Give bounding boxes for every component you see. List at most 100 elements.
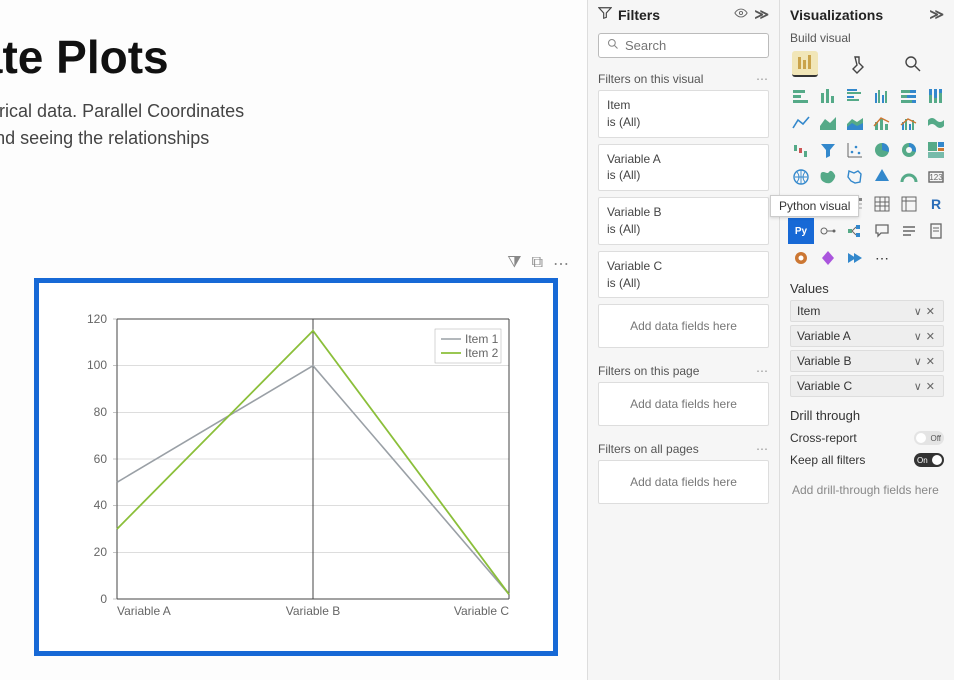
viz-paginated-icon[interactable] bbox=[925, 220, 947, 242]
ytick-2: 40 bbox=[94, 498, 108, 512]
viz-python-icon[interactable]: Py bbox=[790, 220, 812, 242]
python-visual[interactable]: 0 20 40 60 80 100 120 Variable A Variabl… bbox=[34, 278, 558, 656]
filter-icon[interactable]: ⧩ bbox=[507, 254, 521, 274]
viz-scatter-icon[interactable] bbox=[844, 139, 866, 161]
drill-through-label: Drill through bbox=[780, 400, 954, 427]
ytick-5: 100 bbox=[87, 358, 107, 372]
section-page-more-icon[interactable]: ⋯ bbox=[756, 364, 769, 378]
viz-100-stacked-column-icon[interactable] bbox=[925, 85, 947, 107]
viz-smart-narrative-icon[interactable] bbox=[898, 220, 920, 242]
drop-visual-fields[interactable]: Add data fields here bbox=[598, 304, 769, 348]
xtick-1: Variable B bbox=[286, 604, 340, 618]
focus-mode-icon[interactable]: ⧉ bbox=[532, 254, 543, 274]
section-page-label: Filters on this page bbox=[598, 364, 699, 378]
viz-funnel-icon[interactable] bbox=[817, 139, 839, 161]
keep-filters-toggle[interactable]: On bbox=[914, 453, 944, 467]
viz-arcgis-icon[interactable] bbox=[790, 247, 812, 269]
ytick-4: 80 bbox=[94, 405, 108, 419]
eye-icon[interactable] bbox=[734, 6, 748, 23]
filters-title: Filters bbox=[618, 7, 660, 23]
section-visual-label: Filters on this visual bbox=[598, 72, 703, 86]
viz-stacked-column-icon[interactable] bbox=[817, 85, 839, 107]
search-input[interactable] bbox=[625, 38, 801, 53]
section-visual-more-icon[interactable]: ⋯ bbox=[756, 72, 769, 86]
ytick-6: 120 bbox=[87, 312, 107, 326]
viz-kpi-icon[interactable] bbox=[817, 193, 839, 215]
viz-key-influencers-icon[interactable] bbox=[817, 220, 839, 242]
chevron-down-icon: ∨ bbox=[912, 330, 924, 343]
viz-ribbon-icon[interactable] bbox=[925, 112, 947, 134]
section-all-label: Filters on all pages bbox=[598, 442, 699, 456]
viz-azure-map-icon[interactable] bbox=[871, 166, 893, 188]
drill-drop[interactable]: Add drill-through fields here bbox=[788, 475, 950, 505]
filter-card-variable-b[interactable]: Variable B is (All) bbox=[598, 197, 769, 245]
filter-search[interactable] bbox=[598, 33, 769, 58]
remove-icon: ✕ bbox=[924, 305, 937, 318]
viz-slicer-icon[interactable] bbox=[844, 193, 866, 215]
viz-line-icon[interactable] bbox=[790, 112, 812, 134]
legend-item-1: Item 1 bbox=[465, 332, 499, 346]
viz-card-icon[interactable]: 123 bbox=[925, 166, 947, 188]
report-canvas[interactable]: rdinate Plots variate, numerical data. P… bbox=[0, 0, 587, 680]
field-variable-b[interactable]: Variable B∨✕ bbox=[790, 350, 944, 372]
collapse-viz-icon[interactable]: ≫ bbox=[929, 6, 944, 23]
drop-page-fields[interactable]: Add data fields here bbox=[598, 382, 769, 426]
viz-waterfall-icon[interactable] bbox=[790, 139, 812, 161]
viz-clustered-bar-icon[interactable] bbox=[844, 85, 866, 107]
values-label: Values bbox=[780, 273, 954, 300]
filter-card-variable-a[interactable]: Variable A is (All) bbox=[598, 144, 769, 192]
viz-r-icon[interactable]: R bbox=[925, 193, 947, 215]
field-item[interactable]: Item∨✕ bbox=[790, 300, 944, 322]
ytick-3: 60 bbox=[94, 452, 108, 466]
viz-decomposition-icon[interactable] bbox=[844, 220, 866, 242]
viz-shape-map-icon[interactable] bbox=[844, 166, 866, 188]
filter-funnel-icon bbox=[598, 6, 612, 23]
field-variable-a[interactable]: Variable A∨✕ bbox=[790, 325, 944, 347]
filter-card-variable-c[interactable]: Variable C is (All) bbox=[598, 251, 769, 299]
build-visual-label: Build visual bbox=[780, 29, 954, 49]
cross-report-toggle[interactable]: Off bbox=[914, 431, 944, 445]
viz-100-stacked-bar-icon[interactable] bbox=[898, 85, 920, 107]
filter-card-item[interactable]: Item is (All) bbox=[598, 90, 769, 138]
viz-title: Visualizations bbox=[790, 7, 883, 23]
viz-stacked-area-icon[interactable] bbox=[844, 112, 866, 134]
viz-stacked-bar-icon[interactable] bbox=[790, 85, 812, 107]
viz-table-icon[interactable] bbox=[871, 193, 893, 215]
viz-donut-icon[interactable] bbox=[898, 139, 920, 161]
viz-map-icon[interactable] bbox=[790, 166, 812, 188]
xtick-2: Variable C bbox=[454, 604, 509, 618]
viz-multirow-card-icon[interactable] bbox=[790, 193, 812, 215]
build-visual-mode[interactable] bbox=[792, 51, 818, 77]
viz-matrix-icon[interactable] bbox=[898, 193, 920, 215]
viz-line-clustered-column-icon[interactable] bbox=[898, 112, 920, 134]
viz-clustered-column-icon[interactable] bbox=[871, 85, 893, 107]
search-icon bbox=[607, 38, 619, 53]
more-icon[interactable]: ⋯ bbox=[553, 254, 569, 274]
viz-gauge-icon[interactable] bbox=[898, 166, 920, 188]
ytick-0: 0 bbox=[100, 592, 107, 606]
field-variable-c[interactable]: Variable C∨✕ bbox=[790, 375, 944, 397]
chevron-down-icon: ∨ bbox=[912, 380, 924, 393]
svg-text:123: 123 bbox=[929, 173, 943, 182]
viz-qa-icon[interactable] bbox=[871, 220, 893, 242]
viz-more-icon[interactable]: ⋯ bbox=[871, 247, 893, 269]
legend-item-2: Item 2 bbox=[465, 346, 499, 360]
desc-line-1: variate, numerical data. Parallel Coordi… bbox=[0, 98, 587, 125]
analytics-mode[interactable] bbox=[900, 51, 926, 77]
viz-pie-icon[interactable] bbox=[871, 139, 893, 161]
drop-all-fields[interactable]: Add data fields here bbox=[598, 460, 769, 504]
viz-area-icon[interactable] bbox=[817, 112, 839, 134]
viz-automate-icon[interactable] bbox=[844, 247, 866, 269]
viz-line-stacked-column-icon[interactable] bbox=[871, 112, 893, 134]
section-all-more-icon[interactable]: ⋯ bbox=[756, 442, 769, 456]
ytick-1: 20 bbox=[94, 545, 108, 559]
viz-filled-map-icon[interactable] bbox=[817, 166, 839, 188]
keep-filters-label: Keep all filters bbox=[790, 453, 865, 467]
format-visual-mode[interactable] bbox=[846, 51, 872, 77]
viz-powerapps-icon[interactable] bbox=[817, 247, 839, 269]
page-title: rdinate Plots bbox=[0, 30, 587, 84]
viz-treemap-icon[interactable] bbox=[925, 139, 947, 161]
filters-pane: Filters ≫ Filters on this visual ⋯ Item … bbox=[587, 0, 779, 680]
viz-gallery: Python visual 123 R bbox=[780, 77, 954, 273]
collapse-icon[interactable]: ≫ bbox=[754, 6, 769, 23]
